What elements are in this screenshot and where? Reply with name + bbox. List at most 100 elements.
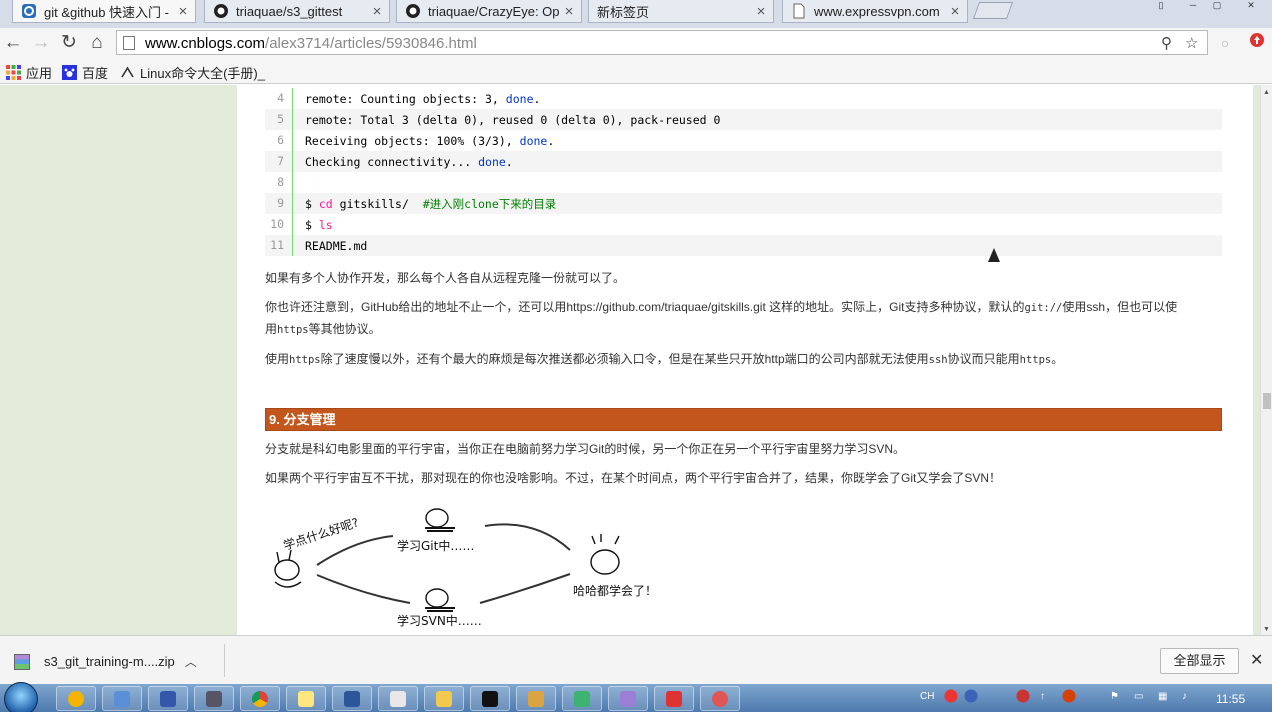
text-run: 使用 [265, 352, 290, 366]
reload-icon[interactable]: ↻ [58, 32, 80, 54]
scrollbar-thumb[interactable] [1263, 393, 1271, 409]
close-tab-icon[interactable]: × [949, 3, 961, 20]
forward-icon[interactable]: → [30, 32, 52, 54]
scroll-up-arrow-icon[interactable]: ▲ [1263, 89, 1270, 96]
home-icon[interactable]: ⌂ [86, 32, 108, 54]
close-tab-icon[interactable]: × [755, 3, 767, 20]
paragraph-https: 使用https除了速度慢以外，还有个最大的麻烦是每次推送都必须输入口令，但是在某… [265, 349, 1223, 371]
app-icon [114, 690, 130, 707]
chevron-up-icon[interactable]: ︿ [185, 653, 197, 670]
taskbar-app-button[interactable] [102, 686, 142, 711]
extension-circle-icon[interactable]: ○ [1214, 32, 1236, 54]
back-icon[interactable]: ← [2, 32, 24, 54]
close-tab-icon[interactable]: × [371, 3, 383, 20]
inline-code: https [289, 354, 321, 366]
tray-icon[interactable]: ↑ [1040, 691, 1045, 702]
app-icon [574, 690, 590, 707]
tab-cnblogs[interactable]: git &github 快速入门 - × [12, 0, 196, 23]
code-token: . [505, 154, 513, 169]
address-bar[interactable]: www.cnblogs.com/alex3714/articles/593084… [116, 30, 1208, 55]
scroll-down-arrow-icon[interactable]: ▼ [1263, 626, 1270, 633]
taskbar-word-button[interactable] [332, 686, 372, 711]
taskbar-explorer-button[interactable] [424, 686, 464, 711]
branch-line-lower [316, 574, 411, 604]
code-line: 9 $ cd gitskills/ #进入刚clone下来的目录 [265, 193, 1222, 214]
new-tab-button[interactable] [972, 2, 1014, 19]
code-token: #进入刚clone下来的目录 [422, 196, 557, 211]
taskbar-app-button[interactable] [148, 686, 188, 711]
paragraph-clone: 如果有多个人协作开发，那么每个人各自从远程克隆一份就可以了。 [265, 271, 626, 285]
close-window-icon[interactable]: ✕ [1240, 0, 1262, 11]
zoom-search-icon[interactable]: ⚲ [1161, 34, 1172, 52]
bookmark-apps[interactable]: 应用 [6, 63, 52, 82]
tab-expressvpn[interactable]: www.expressvpn.com × [782, 0, 968, 23]
tab-crazyeye[interactable]: triaquae/CrazyEye: Ope × [396, 0, 582, 23]
taskbar-cmd-button[interactable] [470, 686, 510, 711]
tab-new-tab[interactable]: 新标签页 × [588, 0, 774, 23]
network-icon[interactable]: ▦ [1158, 691, 1167, 702]
app-icon [712, 690, 728, 707]
bookmark-label: Linux命令大全(手册)_ [140, 66, 265, 81]
tab-s3-gittest[interactable]: triaquae/s3_gittest × [204, 0, 390, 23]
code-line: 6 Receiving objects: 100% (3/3), done. [265, 130, 1222, 151]
taskbar-app-button[interactable] [56, 686, 96, 711]
close-download-shelf-icon[interactable]: ✕ [1250, 650, 1263, 670]
tray-icon[interactable] [1062, 689, 1076, 706]
taskbar-app-button[interactable] [516, 686, 556, 711]
code-token: . [533, 91, 541, 106]
user-icon[interactable]: ▯ [1150, 0, 1172, 11]
help-icon[interactable] [964, 689, 978, 706]
url-text: www.cnblogs.com/alex3714/articles/593084… [145, 35, 477, 52]
code-token: done [478, 154, 506, 169]
code-token: cd [318, 196, 333, 211]
page-info-icon[interactable] [123, 36, 135, 50]
taskbar-app-button[interactable] [654, 686, 694, 711]
bookmark-baidu[interactable]: 百度 [62, 63, 108, 82]
taskbar-app-button[interactable] [562, 686, 602, 711]
code-text: Receiving objects: 100% (3/3), done. [293, 134, 554, 148]
line-number: 4 [265, 88, 293, 109]
code-token: . [547, 133, 555, 148]
restore-icon[interactable]: ▢ [1206, 0, 1228, 11]
baidu-paw-icon [62, 65, 77, 80]
show-all-downloads-button[interactable]: 全部显示 [1160, 648, 1239, 674]
code-line: 5 remote: Total 3 (delta 0), reused 0 (de… [265, 109, 1222, 130]
code-text: remote: Counting objects: 3, done. [293, 92, 540, 106]
close-tab-icon[interactable]: × [177, 3, 189, 20]
taskbar-app-button[interactable] [700, 686, 740, 711]
bookmark-linux[interactable]: Linux命令大全(手册)_ [120, 63, 265, 82]
tray-icon[interactable] [1016, 689, 1030, 706]
start-button[interactable] [4, 682, 38, 712]
code-token: ls [318, 217, 333, 232]
text-run: 协议而只能用 [947, 352, 1020, 366]
taskbar-clock[interactable]: 11:55 [1216, 692, 1245, 706]
paragraph-parallel-universe: 分支就是科幻电影里面的平行宇宙，当你正在电脑前努力学习Git的时候，另一个你正在… [265, 442, 906, 456]
terminal-icon [482, 690, 498, 707]
code-token: remote: Counting objects: 3, [305, 91, 506, 106]
action-center-icon[interactable]: ⚑ [1110, 691, 1119, 702]
vertical-scrollbar[interactable]: ▲ ▼ [1260, 85, 1272, 635]
close-tab-icon[interactable]: × [563, 3, 575, 20]
taskbar-app-button[interactable] [286, 686, 326, 711]
download-item[interactable]: s3_git_training-m....zip ︿ [14, 653, 197, 670]
page-viewport: 4 remote: Counting objects: 3, done. 5 remo… [0, 85, 1260, 635]
taskbar-app-button[interactable] [194, 686, 234, 711]
paragraph-protocols: 你也许还注意到，GitHub给出的地址不止一个，还可以用https://gith… [265, 297, 1223, 341]
input-language-indicator[interactable]: CH [920, 691, 934, 702]
app-icon [390, 690, 406, 707]
taskbar-chrome-button[interactable] [240, 686, 280, 711]
bookmark-star-icon[interactable]: ☆ [1185, 34, 1198, 52]
code-token: done [519, 133, 548, 148]
inline-code: https [1019, 354, 1052, 366]
line-number: 8 [265, 172, 293, 193]
tab-title: www.expressvpn.com [814, 3, 940, 19]
code-line: 4 remote: Counting objects: 3, done. [265, 88, 1222, 109]
minimize-icon[interactable]: ─ [1182, 0, 1204, 11]
extension-red-icon[interactable] [1246, 32, 1268, 54]
volume-icon[interactable]: ♪ [1182, 691, 1187, 702]
taskbar-app-button[interactable] [608, 686, 648, 711]
display-icon[interactable]: ▭ [1134, 691, 1143, 702]
code-token: $ [305, 217, 319, 232]
taskbar-app-button[interactable] [378, 686, 418, 711]
sogou-ime-icon[interactable] [944, 689, 958, 706]
